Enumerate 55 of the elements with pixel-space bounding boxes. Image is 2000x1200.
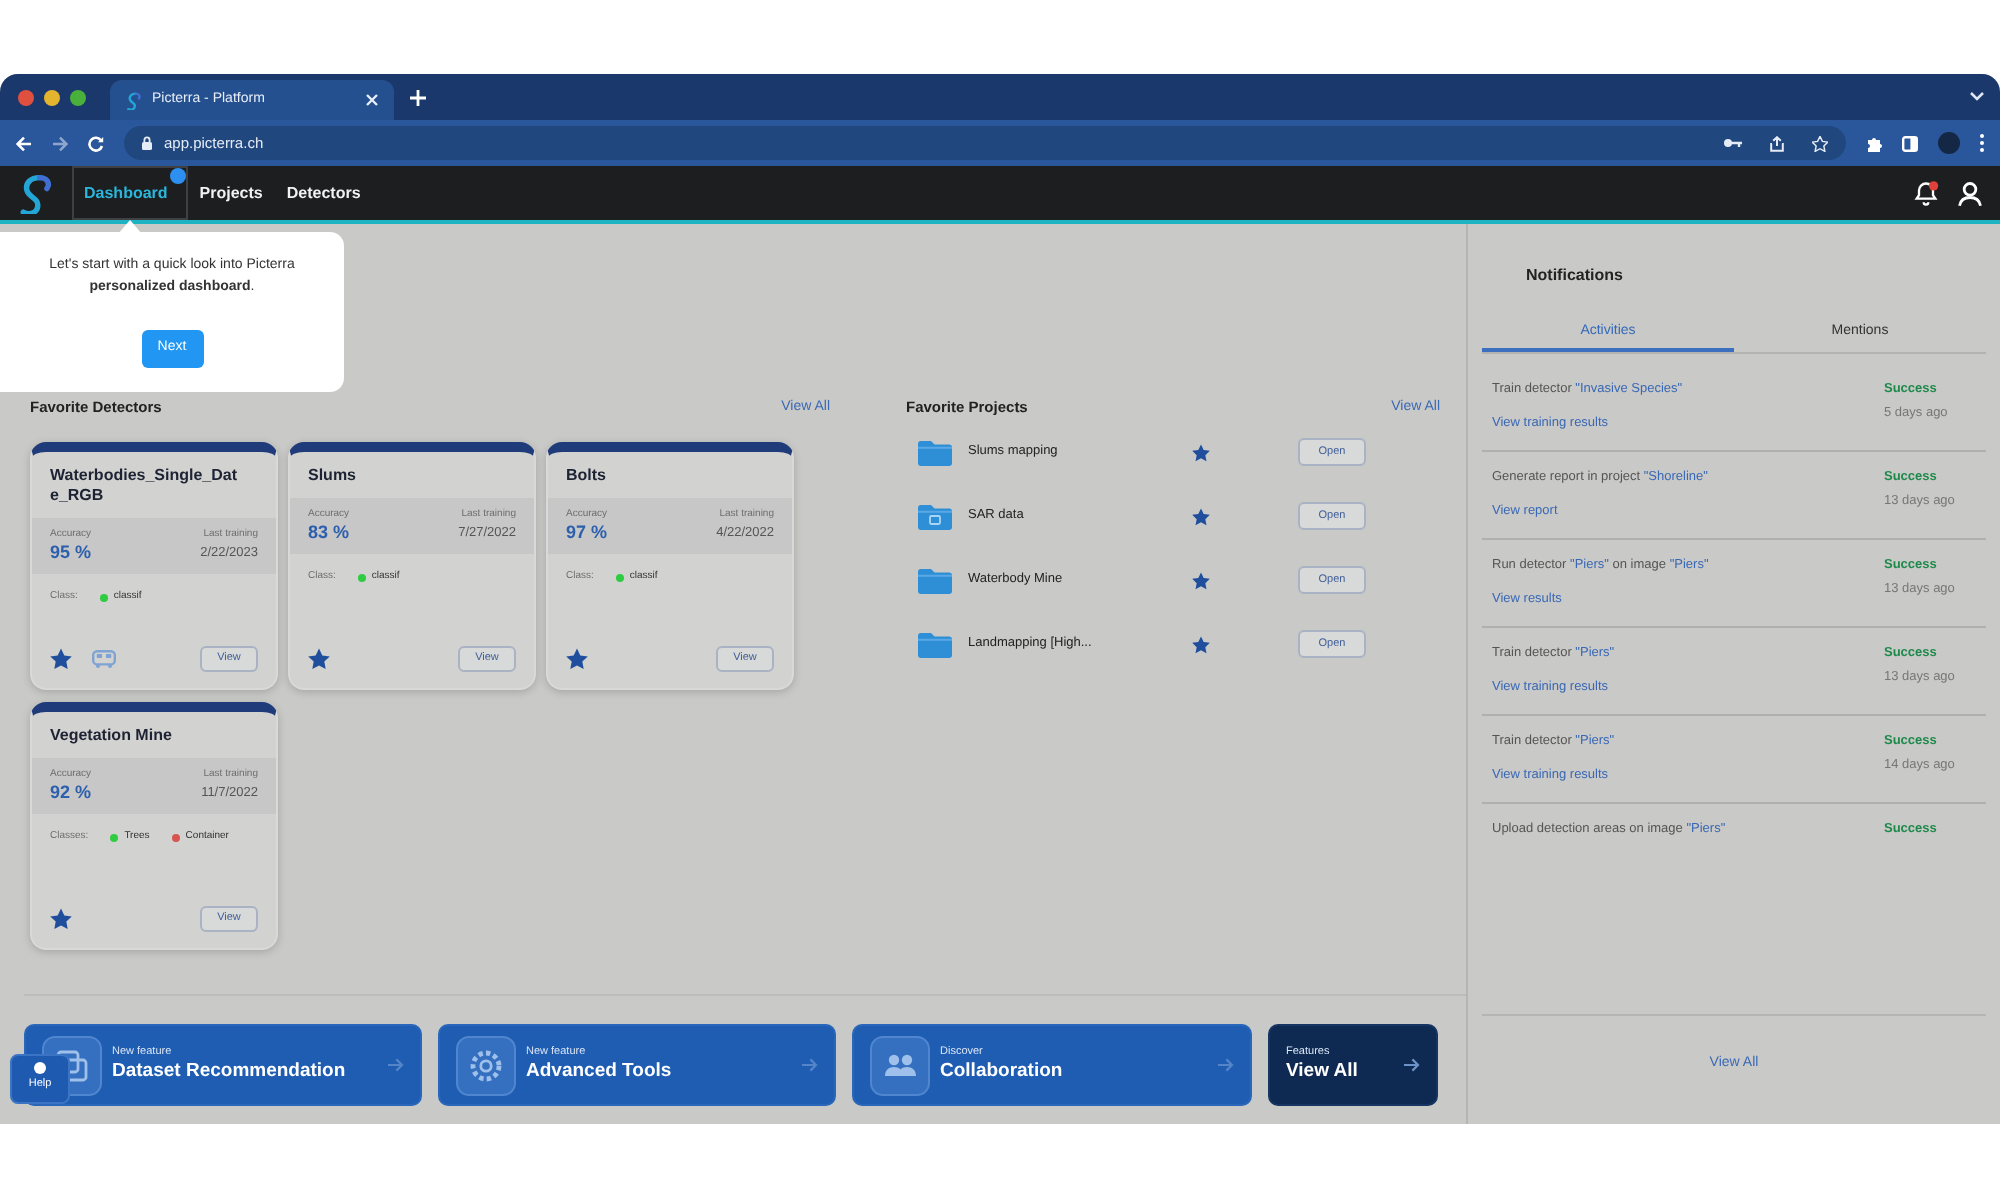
user-icon[interactable] — [1956, 179, 1984, 207]
logo-icon[interactable] — [16, 173, 56, 213]
arrow-right-icon — [388, 1058, 404, 1072]
window-close-icon[interactable] — [18, 89, 34, 105]
nav-link[interactable]: Dashboard — [72, 166, 188, 220]
back-arrow-icon[interactable] — [16, 135, 32, 151]
key-icon[interactable] — [1724, 138, 1742, 148]
beacon-icon — [169, 168, 186, 184]
detector-name: Vegetation Mine — [48, 724, 174, 748]
people-icon — [870, 1035, 930, 1095]
panel-title: Notifications — [1524, 264, 1625, 286]
reload-icon[interactable] — [88, 135, 104, 151]
logo-icon — [126, 91, 142, 109]
lock-icon — [142, 136, 152, 150]
star-icon[interactable] — [308, 648, 330, 670]
star-icon[interactable] — [1192, 443, 1210, 461]
feature-title: Advanced Tools — [526, 1060, 672, 1084]
forward-arrow-icon[interactable] — [52, 135, 68, 151]
sidebar-icon[interactable] — [1902, 135, 1918, 151]
arrow-right-icon — [1218, 1058, 1234, 1072]
star-icon[interactable] — [50, 648, 72, 670]
nav-link[interactable]: Detectors — [274, 166, 373, 220]
share-icon[interactable] — [1770, 135, 1784, 151]
accuracy-value: 92 % — [50, 782, 92, 804]
plus-icon[interactable] — [410, 89, 426, 105]
folder-icon — [918, 439, 952, 465]
star-icon[interactable] — [566, 648, 588, 670]
window-minimize-icon[interactable] — [44, 89, 60, 105]
detector-name: Waterbodies_Single_Date_RGB — [48, 464, 240, 508]
accuracy-value: 97 % — [566, 522, 608, 544]
bookmark-star-icon[interactable] — [1812, 135, 1828, 151]
nav-link[interactable]: Projects — [187, 166, 275, 220]
feature-title: View All — [1286, 1060, 1358, 1084]
feature-title: Collaboration — [940, 1060, 1063, 1084]
bell-icon[interactable] — [1912, 179, 1940, 207]
accuracy-value: 95 % — [50, 542, 92, 564]
star-icon[interactable] — [1192, 635, 1210, 653]
star-icon[interactable] — [50, 908, 72, 930]
arrow-right-icon — [802, 1058, 818, 1072]
accuracy-value: 83 % — [308, 522, 350, 544]
labeled-folder-icon — [918, 503, 952, 529]
star-icon[interactable] — [1192, 507, 1210, 525]
folder-icon — [918, 631, 952, 657]
folder-icon — [918, 567, 952, 593]
star-icon[interactable] — [1192, 571, 1210, 589]
feature-title: Dataset Recommendation — [112, 1060, 346, 1084]
window-zoom-icon[interactable] — [70, 89, 86, 105]
close-icon[interactable] — [366, 94, 378, 106]
arrow-right-icon — [1404, 1058, 1420, 1072]
detector-name: Bolts — [564, 464, 608, 488]
dot-icon — [34, 1062, 46, 1074]
puzzle-icon[interactable] — [1866, 135, 1882, 151]
chevron-down-icon[interactable] — [1970, 92, 1984, 102]
gear-icon — [456, 1035, 516, 1095]
detector-name: Slums — [306, 464, 359, 488]
